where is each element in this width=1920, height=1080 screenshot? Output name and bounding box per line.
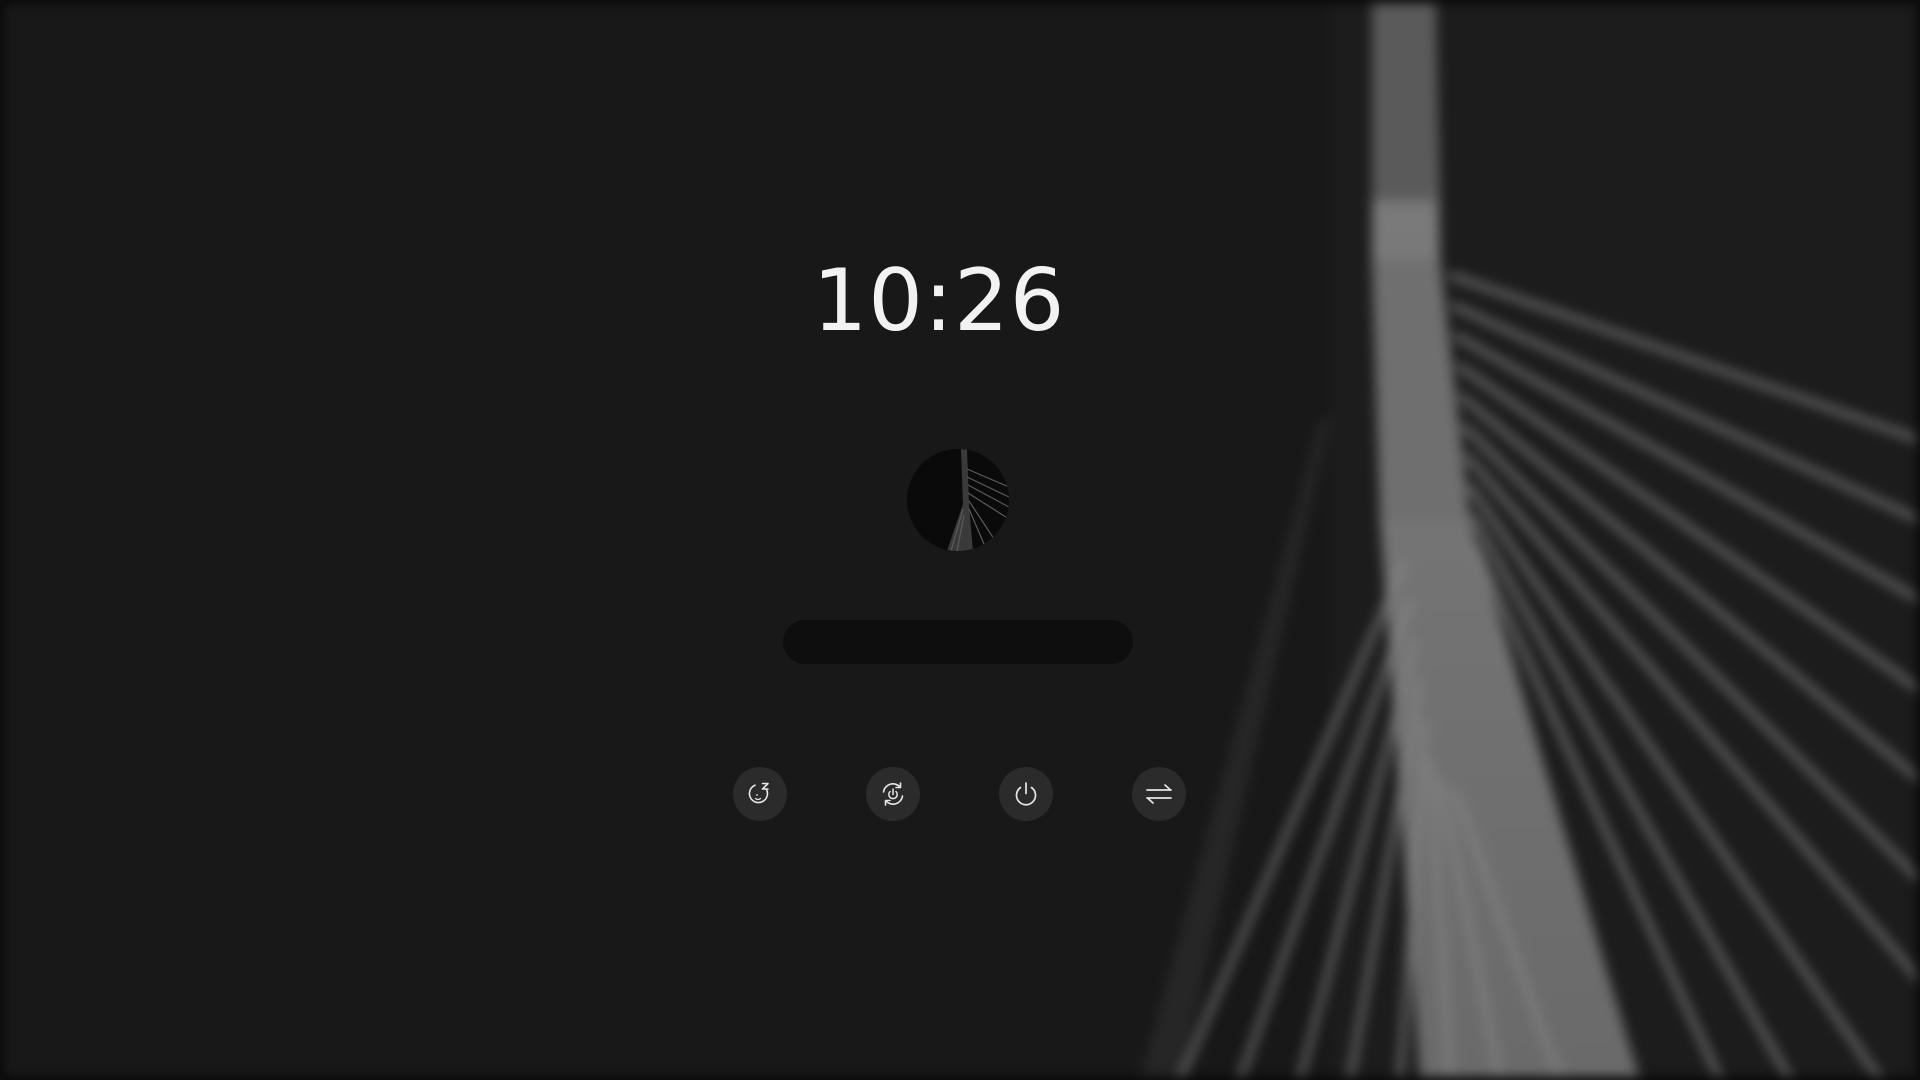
lock-screen: 10:26 [0, 0, 1920, 1080]
user-avatar[interactable] [907, 449, 1009, 551]
password-input[interactable] [783, 620, 1133, 664]
restart-button[interactable] [866, 767, 920, 821]
suspend-button[interactable] [733, 767, 787, 821]
clock-time: 10:26 [812, 251, 1066, 351]
switch-user-icon [1146, 784, 1172, 804]
avatar-image [907, 449, 1009, 551]
switch-user-button[interactable] [1132, 767, 1186, 821]
restart-icon [882, 782, 904, 806]
shutdown-button[interactable] [999, 767, 1053, 821]
sleep-icon [748, 782, 769, 804]
power-icon [1015, 782, 1037, 806]
